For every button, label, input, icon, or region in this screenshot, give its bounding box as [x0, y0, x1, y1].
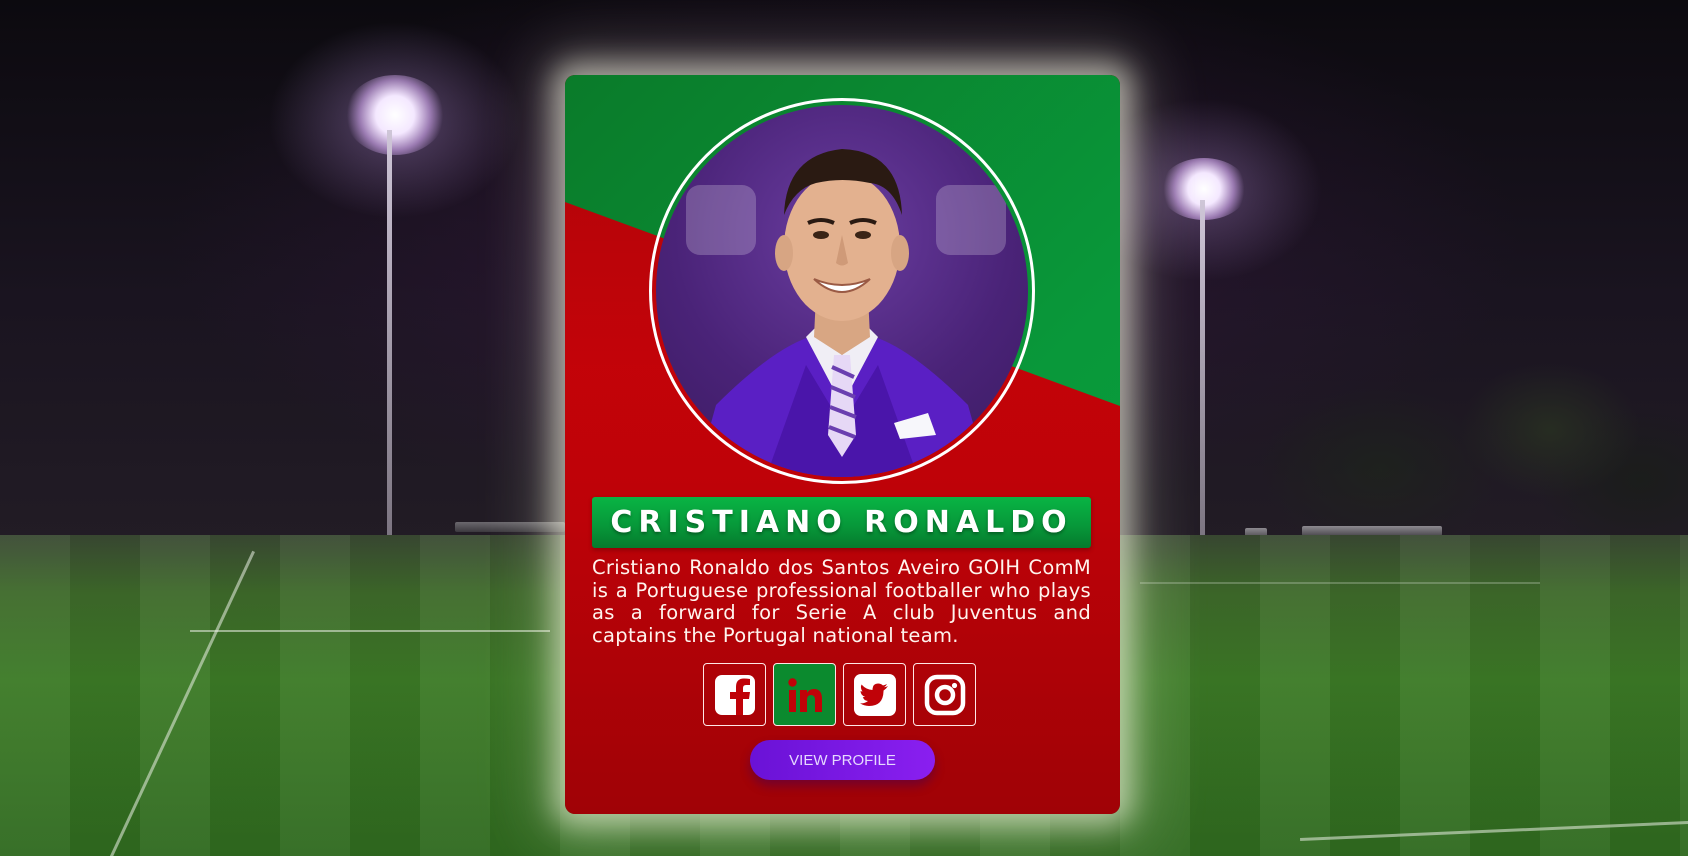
linkedin-icon: [783, 673, 826, 716]
instagram-button[interactable]: [913, 663, 976, 726]
player-bio: Cristiano Ronaldo dos Santos Aveiro GOIH…: [592, 556, 1091, 647]
twitter-button[interactable]: [843, 663, 906, 726]
profile-card: CRISTIANO RONALDO Cristiano Ronaldo dos …: [565, 75, 1120, 814]
trees: [1080, 320, 1688, 550]
facebook-button[interactable]: [703, 663, 766, 726]
name-banner: CRISTIANO RONALDO: [592, 497, 1091, 548]
profile-photo: [656, 105, 1028, 477]
profile-photo-frame: [649, 98, 1035, 484]
twitter-icon: [853, 673, 896, 716]
player-name: CRISTIANO RONALDO: [610, 505, 1073, 540]
bench: [455, 522, 565, 532]
social-links: [703, 663, 981, 727]
facebook-icon: [714, 674, 755, 715]
instagram-icon: [924, 674, 965, 715]
linkedin-button[interactable]: [773, 663, 836, 726]
view-profile-button[interactable]: VIEW PROFILE: [750, 740, 935, 780]
player-portrait: [686, 149, 1006, 477]
pitch-line: [1140, 582, 1540, 584]
pitch-line: [190, 630, 550, 632]
floodlight-pole-left: [387, 130, 392, 540]
floodlight-left: [345, 75, 445, 155]
stadium-background: CRISTIANO RONALDO Cristiano Ronaldo dos …: [0, 0, 1688, 856]
